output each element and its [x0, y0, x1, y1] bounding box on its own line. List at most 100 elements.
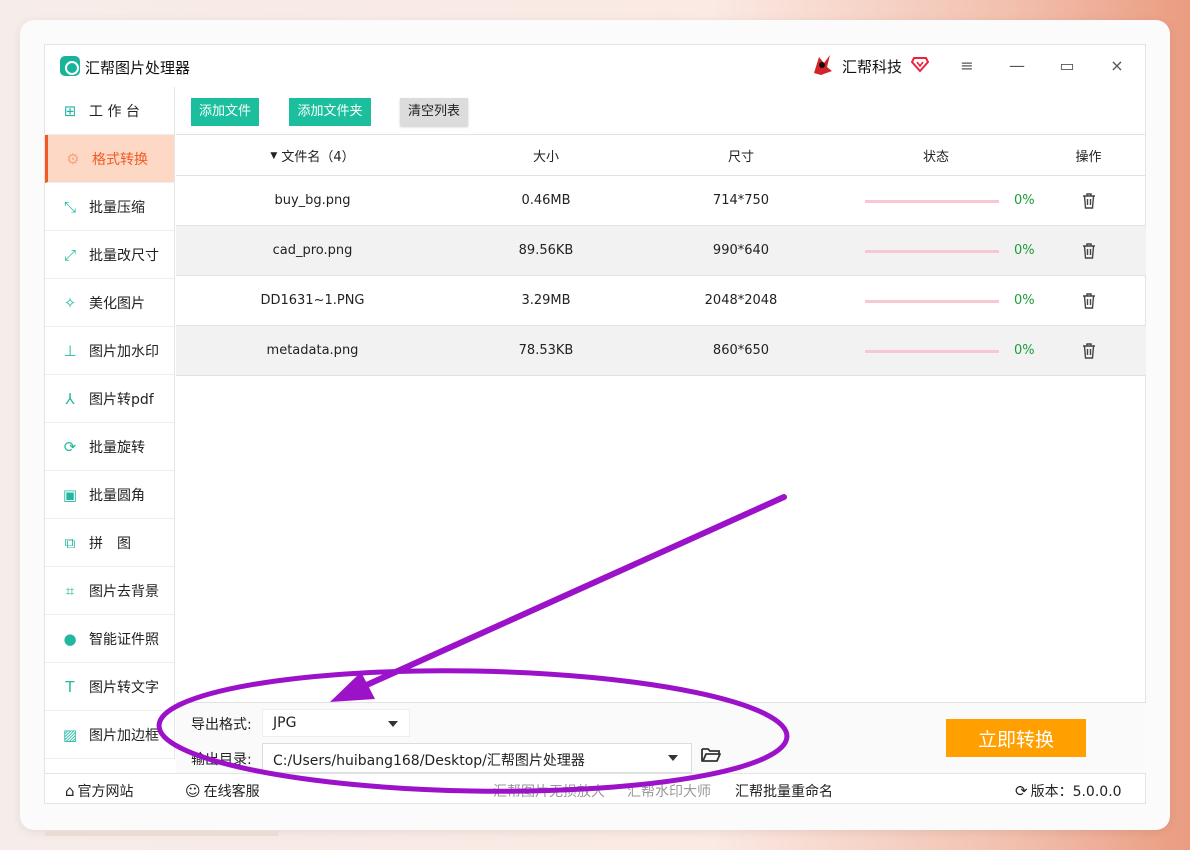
- clear-list-button[interactable]: 清空列表: [400, 98, 468, 126]
- table-row[interactable]: DD1631~1.PNG 3.29MB 2048*2048 0%: [176, 276, 1146, 326]
- sidebar-item-12[interactable]: T 图片转文字: [45, 663, 174, 711]
- open-folder-icon[interactable]: [700, 745, 722, 765]
- lossless-upscale-link[interactable]: 汇帮图片无损放大: [493, 781, 605, 801]
- refresh-icon: ⟳: [1015, 782, 1028, 800]
- file-dimensions: 714*750: [712, 193, 770, 208]
- chevron-down-icon: [388, 721, 398, 727]
- output-dir-label: 输出目录:: [191, 752, 252, 768]
- file-name: cad_pro.png: [272, 243, 353, 258]
- minimize-button[interactable]: —: [1006, 55, 1028, 77]
- sidebar-item-3[interactable]: ⤢ 批量改尺寸: [45, 231, 174, 279]
- text-icon: T: [65, 678, 75, 696]
- sidebar-item-1[interactable]: ⚙ 格式转换: [45, 135, 174, 183]
- file-name: buy_bg.png: [274, 193, 351, 208]
- brand-logo-icon: [814, 55, 832, 75]
- title-bar: 汇帮图片处理器 汇帮科技 ≡ — ▭ ×: [45, 45, 1145, 87]
- watermark-icon: ⊥: [63, 342, 77, 360]
- table-row[interactable]: metadata.png 78.53KB 860*650 0%: [176, 326, 1146, 376]
- trash-icon[interactable]: [1082, 343, 1096, 359]
- version-info[interactable]: ⟳ 版本：5.0.0.0: [1015, 781, 1122, 801]
- resize-icon: ⤢: [63, 246, 76, 264]
- crop-icon: ⌗: [65, 582, 75, 600]
- sidebar-item-10[interactable]: ⌗ 图片去背景: [45, 567, 174, 615]
- puzzle-icon: ⧉: [64, 534, 76, 552]
- sidebar-item-7[interactable]: ⟳ 批量旋转: [45, 423, 174, 471]
- format-select[interactable]: JPG: [262, 709, 410, 737]
- home-icon: ⌂: [65, 782, 75, 800]
- official-site-link[interactable]: ⌂ 官方网站: [65, 781, 134, 801]
- progress-percent: 0%: [1014, 193, 1035, 208]
- headset-icon: ☺: [185, 782, 201, 800]
- sidebar-item-label: 批量压缩: [89, 199, 145, 216]
- header-size: 大小: [532, 150, 559, 165]
- close-button[interactable]: ×: [1106, 55, 1128, 77]
- version-label: 版本：5.0.0.0: [1030, 784, 1122, 800]
- table-row[interactable]: buy_bg.png 0.46MB 714*750 0%: [176, 176, 1146, 226]
- watermark-master-link[interactable]: 汇帮水印大师: [627, 781, 711, 801]
- trash-icon[interactable]: [1082, 293, 1096, 309]
- progress-bar: [865, 250, 999, 253]
- file-name: metadata.png: [266, 343, 359, 358]
- sidebar-item-6[interactable]: ⅄ 图片转pdf: [45, 375, 174, 423]
- format-value: JPG: [273, 715, 297, 731]
- sidebar-item-label: 图片加边框: [89, 727, 159, 744]
- sidebar-item-label: 格式转换: [92, 151, 148, 168]
- convert-now-button[interactable]: 立即转换: [946, 719, 1086, 757]
- table-header: ▼ 文件名（4） 大小 尺寸 状态 操作: [176, 136, 1146, 176]
- sidebar-item-label: 批量旋转: [89, 439, 145, 456]
- sidebar-item-9[interactable]: ⧉ 拼 图: [45, 519, 174, 567]
- trash-icon[interactable]: [1082, 193, 1096, 209]
- file-dimensions: 990*640: [712, 243, 770, 258]
- file-size: 78.53KB: [518, 343, 574, 358]
- sidebar-item-label: 智能证件照: [89, 631, 159, 648]
- sidebar: ⊞ 工 作 台 ⚙ 格式转换 ⤡ 批量压缩 ⤢ 批量改尺寸 ✧ 美化图片 ⊥ 图片加水印 ⅄ 图片转pdf…: [45, 87, 175, 759]
- batch-rename-link[interactable]: 汇帮批量重命名: [735, 781, 833, 801]
- brand-name: 汇帮科技: [842, 58, 903, 76]
- header-filename-label: 文件名（4）: [281, 150, 355, 165]
- sidebar-item-0[interactable]: ⊞ 工 作 台: [45, 87, 174, 135]
- toolbar: 添加文件 添加文件夹 清空列表: [176, 87, 1146, 135]
- header-dimensions: 尺寸: [727, 150, 754, 165]
- app-window: 汇帮图片处理器 汇帮科技 ≡ — ▭ × ⊞ 工 作 台 ⚙ 格式转换 ⤡ 批量压缩 ⤢ 批量…: [44, 44, 1146, 804]
- menu-button[interactable]: ≡: [956, 55, 978, 77]
- progress-bar: [865, 350, 999, 353]
- header-filename[interactable]: ▼ 文件名（4）: [176, 136, 449, 175]
- output-dir-field[interactable]: C:/Users/huibang168/Desktop/汇帮图片处理器: [262, 743, 692, 773]
- online-service-label: 在线客服: [203, 784, 260, 800]
- trash-icon[interactable]: [1082, 243, 1096, 259]
- beautify-icon: ✧: [63, 294, 77, 312]
- progress-bar: [865, 300, 999, 303]
- file-dimensions: 860*650: [712, 343, 770, 358]
- app-logo-icon: [60, 56, 80, 76]
- rotate-icon: ⟳: [63, 438, 77, 456]
- add-file-button[interactable]: 添加文件: [191, 98, 259, 126]
- vip-diamond-icon[interactable]: [911, 55, 929, 73]
- official-site-label: 官方网站: [77, 784, 134, 800]
- sidebar-item-4[interactable]: ✧ 美化图片: [45, 279, 174, 327]
- file-dimensions: 2048*2048: [704, 293, 778, 308]
- sidebar-item-2[interactable]: ⤡ 批量压缩: [45, 183, 174, 231]
- progress-percent: 0%: [1014, 293, 1035, 308]
- online-service-link[interactable]: ☺ 在线客服: [185, 781, 260, 801]
- pdf-icon: ⅄: [65, 390, 75, 408]
- sidebar-item-5[interactable]: ⊥ 图片加水印: [45, 327, 174, 375]
- file-table: ▼ 文件名（4） 大小 尺寸 状态 操作 buy_bg.png 0.46MB 714…: [176, 136, 1146, 376]
- header-actions: 操作: [1075, 150, 1102, 165]
- progress-percent: 0%: [1014, 343, 1035, 358]
- sidebar-item-11[interactable]: ● 智能证件照: [45, 615, 174, 663]
- progress-bar: [865, 200, 999, 203]
- table-row[interactable]: cad_pro.png 89.56KB 990*640 0%: [176, 226, 1146, 276]
- sidebar-item-label: 美化图片: [89, 295, 145, 312]
- sidebar-item-8[interactable]: ▣ 批量圆角: [45, 471, 174, 519]
- sidebar-item-label: 图片去背景: [89, 583, 159, 600]
- sidebar-item-label: 批量圆角: [89, 487, 145, 504]
- gear-icon: ⚙: [66, 150, 80, 168]
- chevron-down-icon[interactable]: [668, 755, 678, 761]
- maximize-button[interactable]: ▭: [1056, 55, 1078, 77]
- add-folder-button[interactable]: 添加文件夹: [289, 98, 371, 126]
- footer-bar: ⌂ 官方网站 ☺ 在线客服 汇帮图片无损放大 汇帮水印大师 汇帮批量重命名 ⟳ …: [45, 773, 1145, 804]
- sidebar-item-13[interactable]: ▨ 图片加边框: [45, 711, 174, 759]
- app-title: 汇帮图片处理器: [85, 59, 191, 77]
- scrollbar-hint: [45, 831, 278, 836]
- file-size: 89.56KB: [518, 243, 574, 258]
